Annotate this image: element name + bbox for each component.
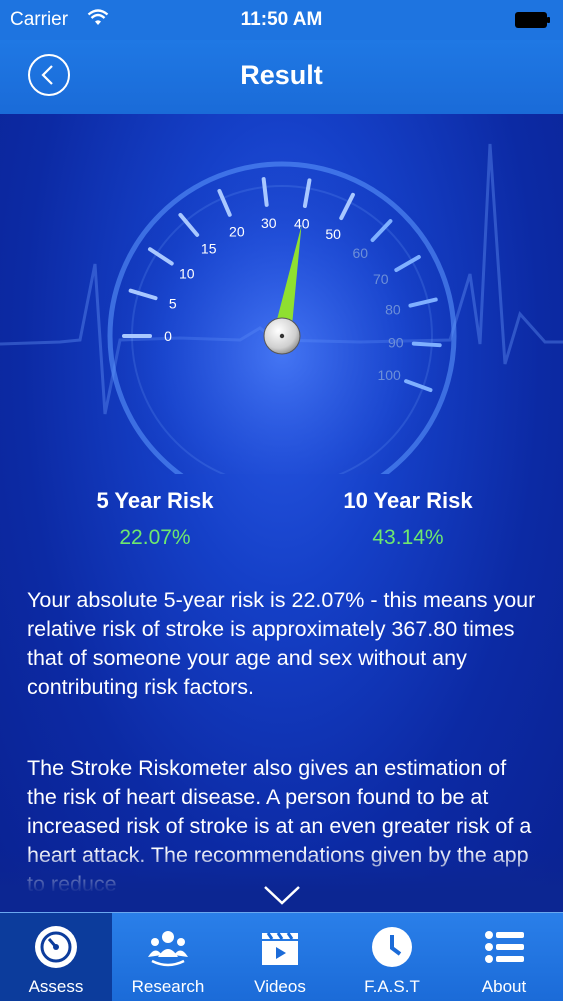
tab-fast[interactable]: F.A.S.T (336, 913, 448, 1001)
five-year-risk-value: 22.07% (119, 526, 191, 549)
gauge-icon (35, 926, 77, 968)
clock-icon (372, 927, 412, 967)
gauge-hub-center (279, 333, 285, 339)
five-year-risk-label: 5 Year Risk (96, 488, 214, 513)
nav-bar: Result (0, 40, 563, 114)
status-time: 11:50 AM (240, 9, 323, 30)
result-paragraph-1: Your absolute 5-year risk is 22.07% - th… (27, 588, 536, 699)
gauge-tick-label: 100 (377, 367, 401, 383)
tab-label: Videos (254, 977, 306, 996)
gauge-tick-label: 80 (385, 302, 401, 318)
battery-icon (515, 12, 550, 28)
gauge-tick-label: 15 (201, 241, 217, 257)
tab-label: About (481, 977, 527, 996)
gauge-tick-label: 5 (169, 295, 177, 311)
chevron-down-icon[interactable] (262, 884, 302, 906)
gauge-tick-label: 70 (373, 271, 389, 287)
gauge-tick-label: 30 (261, 215, 277, 231)
gauge-tick-label: 10 (179, 265, 195, 281)
ten-year-risk: 10 Year Risk 43.14% (283, 488, 533, 550)
tab-about[interactable]: About (448, 913, 560, 1001)
gauge-tick-mark (411, 341, 442, 348)
ten-year-risk-label: 10 Year Risk (343, 488, 473, 513)
risk-gauge: 0 510 15 20 30 40 50 60 70 80 90 100 (0, 143, 563, 474)
tab-videos[interactable]: Videos (224, 913, 336, 1001)
list-icon (485, 931, 524, 963)
gauge-tick-label: 20 (229, 223, 245, 239)
result-content[interactable]: 0 5 10 15 20 30 40 50 60 70 80 90 100 5 Year Risk 22… (0, 114, 563, 912)
tab-assess[interactable]: Assess (0, 913, 112, 1001)
tab-label: Research (131, 977, 205, 996)
ten-year-risk-value: 43.14% (372, 526, 444, 549)
five-year-risk: 5 Year Risk 22.07% (30, 488, 280, 550)
tab-research[interactable]: Research (112, 913, 224, 1001)
clapperboard-icon (262, 932, 298, 965)
gauge-tick-label: 60 (352, 245, 368, 261)
tab-bar: Assess Research Videos F.A.S.T About (0, 912, 563, 1001)
page-title: Result (240, 60, 323, 90)
gauge-tick-label: 50 (325, 226, 341, 242)
people-icon (148, 931, 188, 967)
gauge-tick-label: 0 (164, 328, 172, 344)
gauge-tick-label: 40 (294, 216, 310, 232)
status-bar: Carrier 11:50 AM (0, 0, 563, 40)
tab-label: F.A.S.T (364, 977, 420, 996)
gauge-tick-label: 90 (388, 335, 404, 351)
tab-label: Assess (28, 977, 84, 996)
